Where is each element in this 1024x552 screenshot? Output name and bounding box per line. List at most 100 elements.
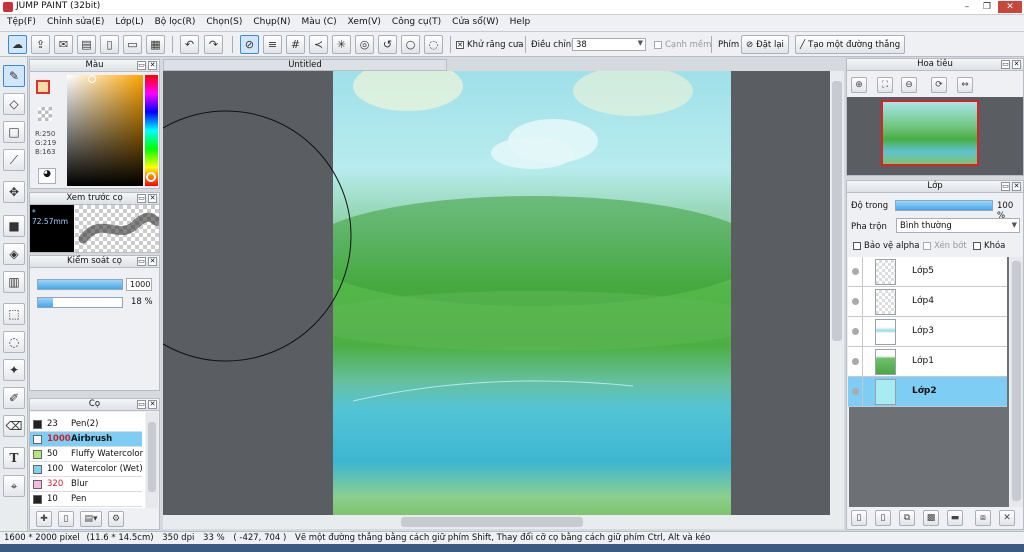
navigator-preview[interactable] [847,97,1023,175]
grid-layout-icon[interactable]: ▦ [146,35,165,54]
new-layer-icon[interactable]: ▯ [851,510,867,526]
line-tool-icon[interactable]: ⟋ [3,149,25,171]
eraser-tool-icon[interactable]: ◇ [3,93,25,115]
primary-color-swatch[interactable] [36,80,50,94]
cloud-icon[interactable]: ☁ [8,35,27,54]
zoom-out-icon[interactable]: ⊖ [901,77,917,93]
visibility-icon[interactable] [852,298,859,305]
flip-icon[interactable]: ⇔ [957,77,973,93]
menu-file[interactable]: Tệp(F) [3,15,43,31]
message-icon[interactable]: ▤ [77,35,96,54]
radial-icon[interactable]: ✳ [332,35,351,54]
hue-handle[interactable] [146,172,156,182]
brush-tool-icon[interactable]: ✎ [3,65,25,87]
menu-capture[interactable]: Chụp(N) [249,15,297,31]
panel-float-icon[interactable]: ▭ [137,400,146,409]
layer-row[interactable]: Lớp1 [848,347,1007,377]
panel-float-icon[interactable]: ▭ [137,61,146,70]
brush-item[interactable]: 1000 Airbrush [30,432,142,447]
close-button[interactable]: ✕ [998,1,1022,13]
add-brush-group-icon[interactable]: ✚ [36,511,52,527]
menu-edit[interactable]: Chỉnh sửa(E) [43,15,111,31]
transparent-swatch[interactable] [38,107,52,121]
rect-select-tool-icon[interactable]: ⬚ [3,303,25,325]
brush-item[interactable]: 10 Pen [30,492,142,507]
brush-size-slider[interactable] [37,279,123,290]
panel-float-icon[interactable]: ▭ [137,257,146,266]
straight-line-button[interactable]: ╱ Tạo một đường thẳng [795,35,906,54]
document-icon[interactable]: ▯ [100,35,119,54]
palette-icon[interactable]: ◕ [38,168,56,184]
text-tool-icon[interactable]: T [3,447,25,469]
layer-list-scrollbar[interactable] [1010,257,1023,507]
brush-options-icon[interactable]: ▤▾ [80,511,102,527]
select-pen-tool-icon[interactable]: ✐ [3,387,25,409]
rotate-icon[interactable]: ⟳ [931,77,947,93]
visibility-icon[interactable] [852,388,859,395]
panel-close-icon[interactable]: ✕ [1012,182,1021,191]
bucket-tool-icon[interactable]: ◈ [3,243,25,265]
panel-float-icon[interactable]: ▭ [1001,182,1010,191]
panel-float-icon[interactable]: ▭ [1001,60,1010,69]
layer-row[interactable]: Lớp3 [848,317,1007,347]
eyedropper-tool-icon[interactable]: ⌖ [3,475,25,497]
gradient-tool-icon[interactable]: ▥ [3,271,25,293]
panel-close-icon[interactable]: ✕ [148,61,157,70]
page-icon[interactable]: ▭ [123,35,142,54]
zoom-fit-icon[interactable]: ⛶ [877,77,893,93]
layer-row[interactable]: Lớp2 [848,377,1007,407]
delete-layer-icon[interactable]: ✕ [999,510,1015,526]
brush-opacity-slider[interactable] [37,297,123,308]
maximize-button[interactable]: ❐ [978,1,996,13]
new-brush-icon[interactable]: ▯ [58,511,74,527]
layer-opacity-slider[interactable] [895,200,993,211]
lock-option[interactable]: Khóa [973,241,1005,251]
panel-close-icon[interactable]: ✕ [148,257,157,266]
menu-help[interactable]: Help [506,15,538,31]
select-eraser-tool-icon[interactable]: ⌫ [3,415,25,437]
minimize-button[interactable]: – [958,1,976,13]
visibility-icon[interactable] [852,328,859,335]
magic-wand-tool-icon[interactable]: ✦ [3,359,25,381]
antialias-option[interactable]: ✕ Khử răng cưa [456,40,524,50]
brush-item[interactable]: 320 Blur [30,477,142,492]
comment-icon[interactable]: ✉ [54,35,73,54]
menu-filter[interactable]: Bộ lọc(R) [151,15,203,31]
new-layer-alt-icon[interactable]: ▯ [875,510,891,526]
menu-tools[interactable]: Công cụ(T) [388,15,448,31]
saturation-value-picker[interactable] [67,75,143,186]
folder-icon[interactable]: ▬ [947,510,963,526]
halftone-layer-icon[interactable]: ▩ [923,510,939,526]
brush-item[interactable]: 23 Pen(2) [30,417,142,432]
move-tool-icon[interactable]: ✥ [3,181,25,203]
copy-layer-icon[interactable]: ⧉ [899,510,915,526]
zoom-in-icon[interactable]: ⊕ [851,77,867,93]
canvas-area[interactable] [163,71,830,515]
reset-button[interactable]: ⊘ Đặt lại [741,35,789,54]
redo-icon[interactable]: ↷ [204,35,223,54]
menu-layer[interactable]: Lớp(L) [111,15,150,31]
visibility-icon[interactable] [852,358,859,365]
no-snap-icon[interactable]: ⊘ [240,35,259,54]
layer-row[interactable]: Lớp4 [848,287,1007,317]
brush-size-field[interactable]: 1000 [126,278,152,291]
ellipse-snap-icon[interactable]: ◌ [424,35,443,54]
grid-snap-icon[interactable]: # [286,35,305,54]
adjust-select[interactable]: 38 ▼ [572,38,646,51]
circle-snap-icon[interactable]: ○ [401,35,420,54]
visibility-icon[interactable] [852,268,859,275]
protect-alpha-option[interactable]: Bảo vệ alpha [853,241,919,251]
undo-icon[interactable]: ↶ [180,35,199,54]
concentric-icon[interactable]: ◎ [355,35,374,54]
upload-icon[interactable]: ⇪ [31,35,50,54]
parallel-lines-icon[interactable]: ≡ [263,35,282,54]
menu-select[interactable]: Chọn(S) [202,15,249,31]
menu-color[interactable]: Màu (C) [298,15,344,31]
panel-close-icon[interactable]: ✕ [1012,60,1021,69]
brush-item[interactable]: 100 Watercolor (Wet) [30,462,143,477]
antialias-checkbox[interactable]: ✕ [456,40,464,49]
menu-window[interactable]: Cửa sổ(W) [448,15,505,31]
curve-icon[interactable]: ↺ [378,35,397,54]
menu-view[interactable]: Xem(V) [344,15,388,31]
canvas-tab[interactable]: Untitled [163,59,447,71]
